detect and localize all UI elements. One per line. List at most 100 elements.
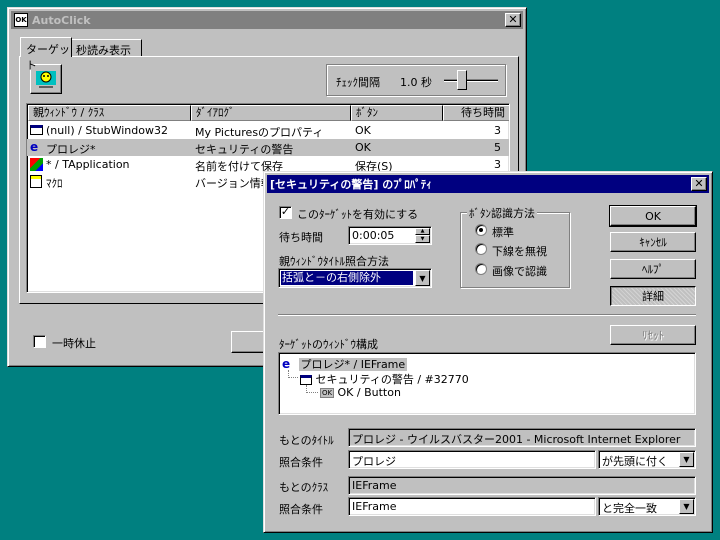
app-icon: OK (14, 13, 28, 27)
properties-titlebar[interactable]: [セキュリティの警告] のﾌﾟﾛﾊﾟﾃｨ ✕ (267, 175, 709, 193)
tree-node-button-text: OK / Button (337, 386, 401, 399)
orig-class-label: もとのｸﾗｽ (279, 481, 329, 494)
properties-dialog: [セキュリティの警告] のﾌﾟﾛﾊﾟﾃｨ ✕ ✓ このﾀｰｹﾞｯﾄを有効にする … (263, 171, 713, 533)
chevron-down-icon[interactable]: ▼ (679, 499, 694, 514)
column-header-dialog[interactable]: ﾀﾞｲｱﾛｸﾞ (191, 105, 351, 121)
tab-countdown[interactable]: 秒読み表示 (72, 39, 142, 57)
help-button-label: ﾍﾙﾌﾟ (642, 263, 664, 276)
radio-image[interactable] (475, 263, 487, 275)
autoclick-title: AutoClick (32, 13, 91, 27)
orig-class-field: IEFrame (348, 476, 696, 495)
target-add-icon (35, 69, 57, 89)
tree-node-dialog-text: セキュリティの警告 / #32770 (315, 373, 469, 386)
list-item[interactable]: (null) / StubWindow32 My Picturesのプロパティ … (27, 122, 509, 139)
macro-icon (30, 175, 42, 188)
app-icon (30, 158, 43, 171)
title-cond-label: 照合条件 (279, 456, 323, 469)
tree-node[interactable]: e プロレジ* / IEFrame (282, 356, 408, 371)
wait-time-input[interactable]: 0:00:05 ▲ ▼ (348, 226, 432, 245)
orig-title-field: プロレジ - ウイルスバスター2001 - Microsoft Internet… (348, 428, 696, 447)
radio-ignore-underline-label: 下線を無視 (492, 245, 547, 258)
row-wait: 5 (494, 141, 501, 154)
tab-target[interactable]: ターゲット (20, 37, 72, 72)
enable-checkbox[interactable]: ✓ (279, 206, 292, 219)
button-recognition-label: ﾎﾞﾀﾝ認識方法 (467, 205, 537, 221)
chevron-down-icon[interactable]: ▼ (679, 452, 694, 467)
spin-down-icon[interactable]: ▼ (415, 235, 430, 243)
tree-node[interactable]: OK OK / Button (320, 386, 401, 401)
window-icon (30, 125, 43, 135)
properties-title: [セキュリティの警告] のﾌﾟﾛﾊﾟﾃｨ (270, 178, 432, 191)
match-method-select[interactable]: 括弧と－の右側除外 ▼ (278, 268, 432, 288)
radio-ignore-underline[interactable] (475, 243, 487, 255)
ok-button-label: OK (645, 209, 661, 223)
class-cond-mode-select[interactable]: と完全一致 ▼ (598, 497, 696, 516)
row-button: OK (355, 141, 371, 154)
orig-title-value: プロレジ - ウイルスバスター2001 - Microsoft Internet… (352, 433, 681, 446)
reset-button[interactable]: ﾘｾｯﾄ (610, 325, 696, 345)
tree-connector (306, 392, 318, 393)
ie-icon: e (30, 140, 39, 154)
chevron-down-icon[interactable]: ▼ (415, 270, 430, 286)
orig-title-label: もとのﾀｲﾄﾙ (279, 434, 334, 447)
match-method-value: 括弧と－の右側除外 (281, 271, 413, 285)
wait-time-value: 0:00:05 (352, 229, 395, 242)
radio-standard[interactable] (475, 224, 487, 236)
row-wait: 3 (494, 124, 501, 137)
orig-class-value: IEFrame (352, 479, 397, 492)
row-parent: ﾏｸﾛ (46, 177, 63, 190)
row-parent: * / TApplication (46, 158, 130, 171)
reset-button-label: ﾘｾｯﾄ (642, 329, 664, 342)
tree-node[interactable]: セキュリティの警告 / #32770 (300, 371, 469, 386)
interval-slider[interactable] (444, 70, 498, 90)
tree-label: ﾀｰｹﾞｯﾄのｳｨﾝﾄﾞｳ構成 (279, 338, 378, 351)
row-parent: (null) / StubWindow32 (46, 124, 168, 137)
list-item[interactable]: e プロレジ* セキュリティの警告 OK 5 (27, 139, 509, 156)
tree-node-root-text: プロレジ* / IEFrame (298, 358, 408, 371)
slider-thumb[interactable] (457, 70, 467, 90)
radio-image-label: 画像で認識 (492, 265, 547, 278)
detail-button-label: 詳細 (642, 290, 664, 303)
interval-value: 1.0 秒 (400, 76, 432, 89)
column-header-wait[interactable]: 待ち時間 (443, 105, 509, 121)
class-cond-mode-value: と完全一致 (602, 502, 657, 515)
row-wait: 3 (494, 158, 501, 171)
window-icon (300, 375, 312, 385)
slider-track (444, 79, 498, 82)
match-method-label: 親ｳｨﾝﾄﾞｳﾀｲﾄﾙ照合方法 (279, 255, 389, 268)
class-cond-label: 照合条件 (279, 503, 323, 516)
column-header-parent[interactable]: 親ｳｨﾝﾄﾞｳ / ｸﾗｽ (28, 105, 191, 121)
detail-button[interactable]: 詳細 (610, 286, 696, 306)
ok-button[interactable]: OK (609, 205, 697, 227)
window-tree[interactable]: e プロレジ* / IEFrame セキュリティの警告 / #32770 OK … (278, 352, 696, 415)
cancel-button[interactable]: ｷｬﾝｾﾙ (610, 232, 696, 252)
close-icon[interactable]: ✕ (505, 13, 521, 27)
radio-standard-label: 標準 (492, 226, 514, 239)
wait-time-label: 待ち時間 (279, 231, 323, 244)
column-header-button[interactable]: ﾎﾞﾀﾝ (351, 105, 443, 121)
title-cond-input[interactable]: プロレジ (348, 450, 596, 469)
title-cond-mode-select[interactable]: が先頭に付く ▼ (598, 450, 696, 469)
spin-up-icon[interactable]: ▲ (415, 228, 430, 235)
row-button: OK (355, 124, 371, 137)
pause-label: 一時休止 (52, 337, 96, 350)
button-icon: OK (320, 388, 334, 398)
tree-connector (288, 377, 298, 378)
class-cond-value: IEFrame (352, 500, 397, 513)
row-dialog: セキュリティの警告 (195, 143, 294, 156)
cancel-button-label: ｷｬﾝｾﾙ (639, 236, 667, 249)
row-parent: プロレジ* (46, 143, 96, 156)
title-cond-value: プロレジ (352, 455, 396, 468)
ie-icon: e (282, 357, 291, 371)
class-cond-input[interactable]: IEFrame (348, 497, 596, 516)
pause-checkbox[interactable] (33, 335, 46, 348)
row-dialog: My Picturesのプロパティ (195, 126, 324, 139)
help-button[interactable]: ﾍﾙﾌﾟ (610, 259, 696, 279)
interval-label: ﾁｪｯｸ間隔 (336, 76, 380, 89)
enable-label: このﾀｰｹﾞｯﾄを有効にする (297, 208, 419, 221)
divider (278, 314, 696, 316)
wait-time-spinner[interactable]: ▲ ▼ (415, 228, 430, 243)
title-cond-mode-value: が先頭に付く (602, 455, 668, 468)
autoclick-titlebar[interactable]: OK AutoClick ✕ (11, 11, 523, 29)
close-icon[interactable]: ✕ (691, 177, 707, 191)
